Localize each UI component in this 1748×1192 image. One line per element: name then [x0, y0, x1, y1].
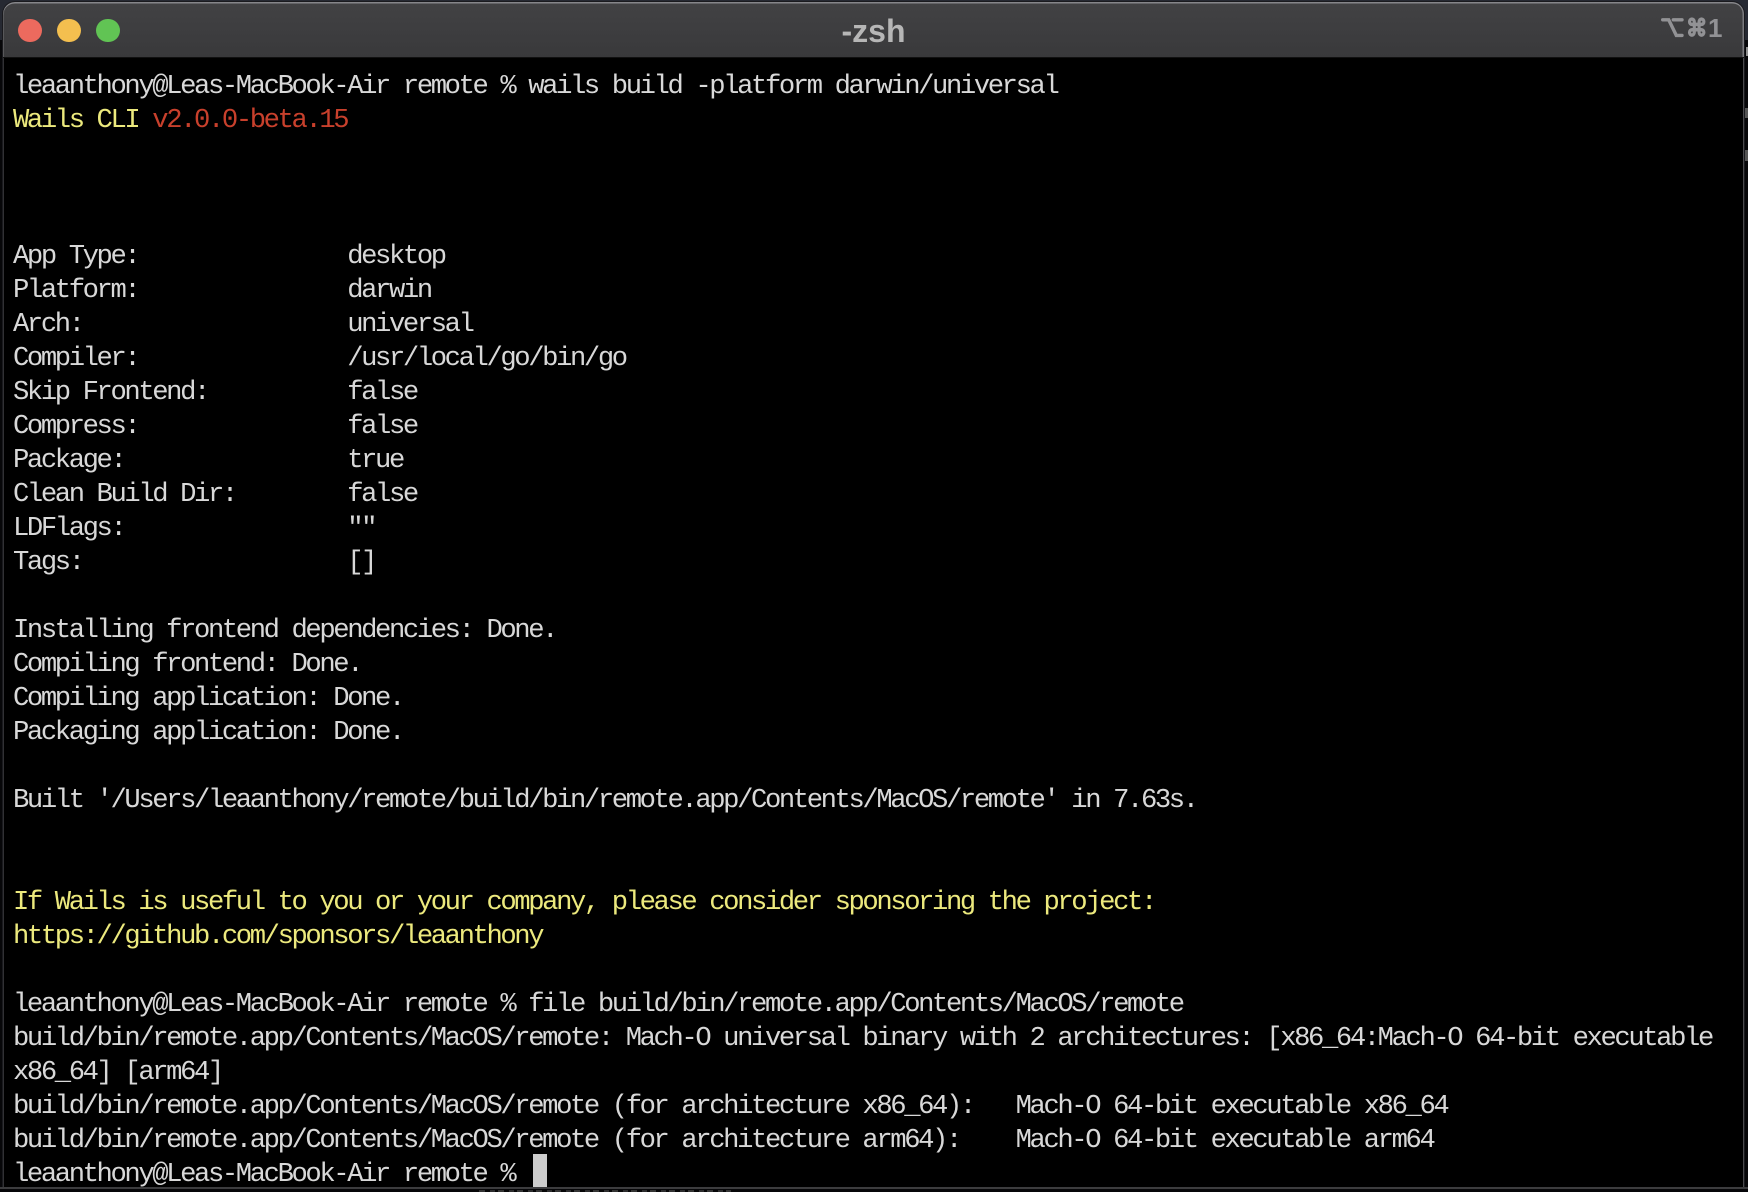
- svg-text:1: 1: [1708, 13, 1722, 43]
